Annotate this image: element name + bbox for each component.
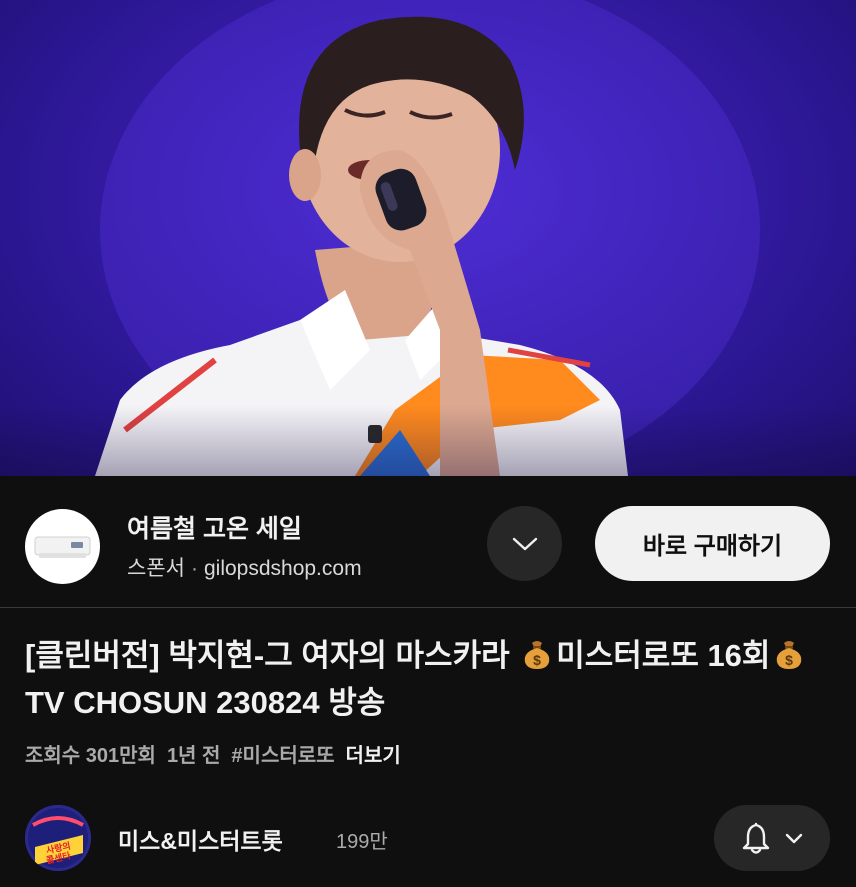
title-part-2: 미스터로또 16회 (556, 638, 771, 673)
product-icon (34, 536, 91, 558)
money-bag-icon: $ (524, 641, 550, 669)
notification-button[interactable] (714, 805, 830, 871)
sponsored-ad[interactable]: 여름철 고온 세일 스폰서 · gilopsdshop.com 바로 구매하기 (0, 476, 856, 608)
channel-logo: 사랑의 콜센타 (25, 805, 91, 871)
video-frame (95, 0, 760, 476)
more-link[interactable]: 더보기 (346, 745, 401, 767)
video-player[interactable] (0, 0, 856, 476)
buy-now-button[interactable]: 바로 구매하기 (595, 506, 830, 581)
ad-thumbnail[interactable] (25, 509, 100, 584)
svg-text:$: $ (533, 652, 541, 668)
channel-avatar[interactable]: 사랑의 콜센타 (25, 805, 91, 871)
view-count: 조회수 301만회 (25, 745, 156, 767)
ad-subtitle: 스폰서 · gilopsdshop.com (127, 552, 362, 582)
subscriber-count: 199만 (336, 831, 388, 853)
money-bag-icon: $ (777, 641, 802, 669)
channel-name[interactable]: 미스&미스터트롯 (118, 822, 283, 856)
title-part-3: TV CHOSUN 230824 방송 (25, 685, 386, 720)
ad-domain: gilopsdshop.com (203, 557, 362, 580)
video-title[interactable]: [클린버전] 박지현-그 여자의 마스카라 $ 미스터로또 16회 $ TV C… (25, 632, 831, 726)
video-meta[interactable]: 조회수 301만회 1년 전 #미스터로또 더보기 (25, 739, 412, 768)
chevron-down-icon (512, 537, 537, 550)
hashtag-link[interactable]: #미스터로또 (231, 745, 334, 767)
chevron-down-icon (785, 833, 803, 843)
title-part-1: [클린버전] 박지현-그 여자의 마스카라 (25, 638, 519, 673)
sponsor-label: 스폰서 (127, 557, 185, 580)
svg-text:$: $ (786, 652, 794, 668)
ad-expand-button[interactable] (487, 506, 562, 581)
upload-age: 1년 전 (166, 745, 221, 767)
bell-icon (742, 822, 770, 854)
separator: · (190, 557, 198, 580)
ad-title[interactable]: 여름철 고온 세일 (127, 509, 302, 545)
